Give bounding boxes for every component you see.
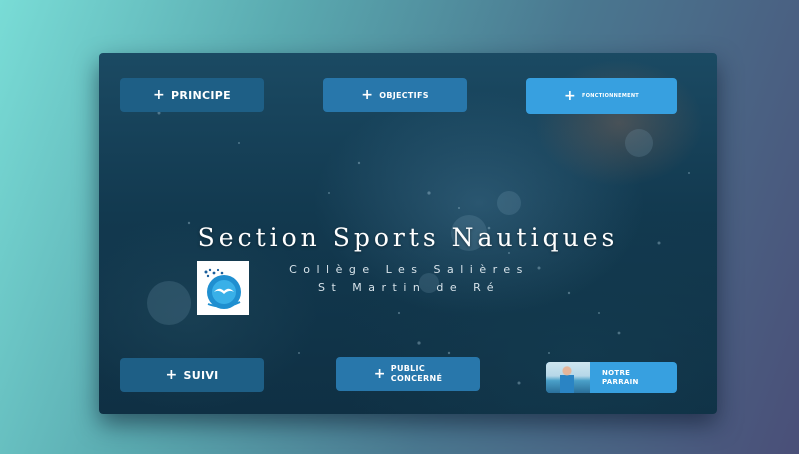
plus-icon: +	[152, 87, 166, 103]
plus-icon: +	[373, 366, 386, 382]
parrain-label-line2: PARRAIN	[602, 377, 639, 386]
notre-parrain-label: NOTRE PARRAIN	[602, 369, 639, 387]
subtitle-town: St Martin de Ré	[317, 281, 501, 294]
college-logo	[197, 261, 249, 315]
objectifs-label: OBJECTIFS	[379, 90, 429, 100]
suivi-button[interactable]: + SUIVI	[120, 358, 264, 392]
parrain-person-figure	[560, 366, 574, 393]
plus-icon: +	[165, 367, 178, 383]
principe-label: PRINCIPE	[171, 88, 231, 102]
principe-button[interactable]: + PRINCIPE	[120, 78, 264, 112]
public-concerne-button[interactable]: + PUBLIC CONCERNÉ	[336, 357, 480, 391]
suivi-label: SUIVI	[183, 368, 219, 382]
public-label-line1: PUBLIC	[390, 364, 425, 373]
parrain-label-line1: NOTRE	[602, 368, 631, 377]
parrain-photo	[546, 362, 590, 393]
subtitle-college: Collège Les Salières	[289, 263, 529, 276]
seagull-logo-icon	[204, 268, 241, 309]
public-label-line2: CONCERNÉ	[390, 374, 443, 383]
notre-parrain-button[interactable]: NOTRE PARRAIN	[546, 362, 677, 393]
objectifs-button[interactable]: + OBJECTIFS	[323, 78, 467, 112]
fonctionnement-label: FONCTIONNEMENT	[582, 93, 640, 99]
page-title: Section Sports Nautiques	[197, 223, 619, 252]
presentation-card: + PRINCIPE + OBJECTIFS + FONCTIONNEMENT …	[99, 53, 717, 414]
public-concerne-label: PUBLIC CONCERNÉ	[391, 364, 442, 384]
plus-icon: +	[563, 88, 576, 104]
fonctionnement-button[interactable]: + FONCTIONNEMENT	[526, 78, 677, 114]
plus-icon: +	[361, 87, 374, 103]
